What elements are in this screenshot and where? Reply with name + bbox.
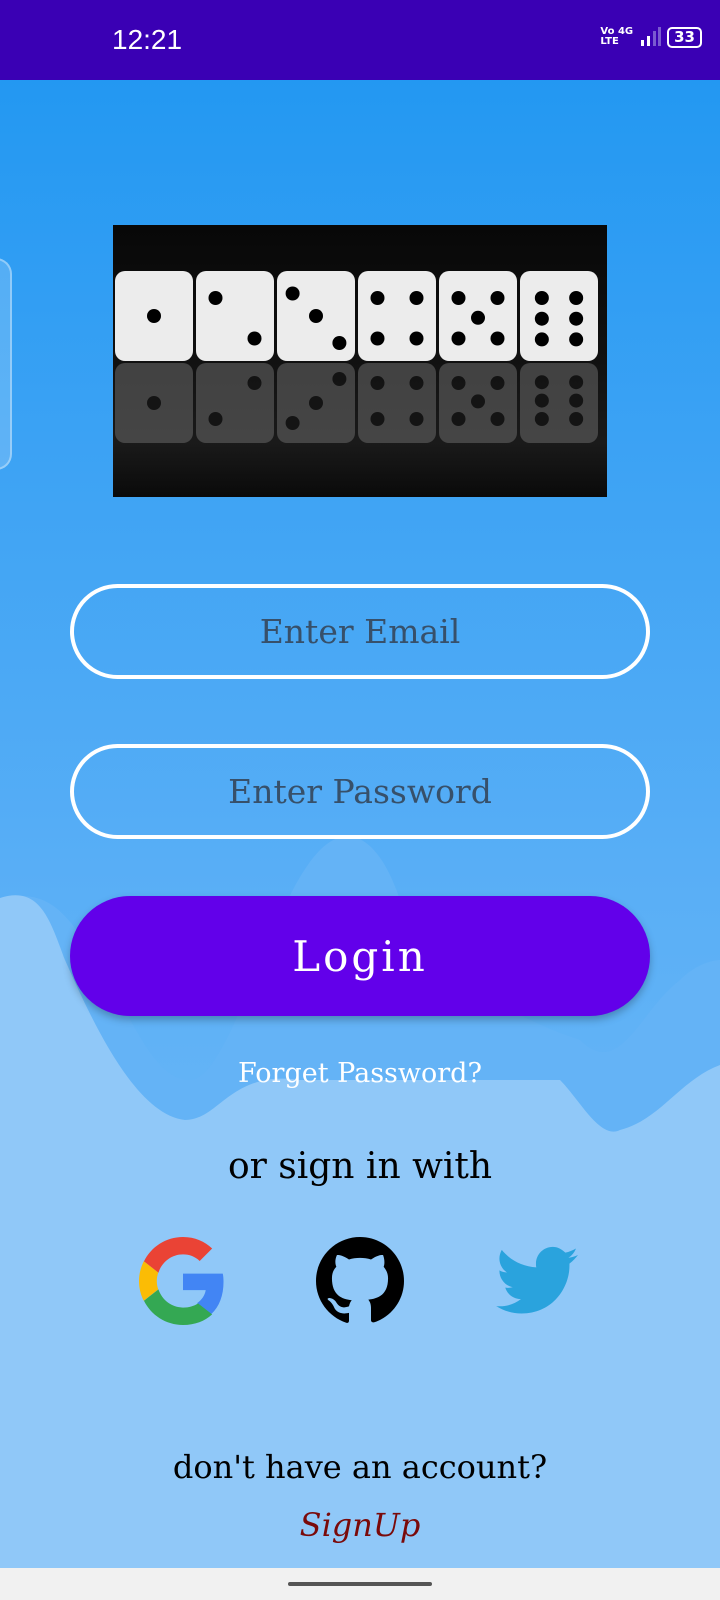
email-input[interactable]: Enter Email: [70, 584, 650, 679]
google-icon: [139, 1237, 224, 1325]
signal-icon: [641, 27, 662, 46]
navigation-bar: [0, 1568, 720, 1600]
side-drawer-handle[interactable]: [0, 258, 12, 470]
google-button[interactable]: [138, 1236, 228, 1326]
battery-icon: 33: [667, 26, 702, 48]
login-button[interactable]: Login: [70, 896, 650, 1016]
signup-link[interactable]: SignUp: [0, 1506, 720, 1544]
home-gesture-handle[interactable]: [288, 1582, 432, 1586]
github-button[interactable]: [315, 1236, 405, 1326]
signup-prompt: don't have an account?: [172, 1448, 548, 1486]
twitter-icon: [496, 1246, 578, 1314]
social-heading: or sign in with: [227, 1146, 493, 1187]
email-placeholder: Enter Email: [259, 612, 461, 651]
status-time: 12:21: [112, 24, 183, 55]
status-icons: Vo 4G LTE 33: [600, 26, 702, 48]
password-input[interactable]: Enter Password: [70, 744, 650, 839]
dice-image: [113, 225, 607, 497]
status-bar: 12:21 Vo 4G LTE 33: [0, 0, 720, 80]
twitter-button[interactable]: [492, 1236, 582, 1326]
github-icon: [316, 1237, 404, 1323]
password-placeholder: Enter Password: [228, 772, 492, 811]
forgot-password-link[interactable]: Forget Password?: [0, 1058, 720, 1089]
network-icon: Vo 4G LTE: [600, 26, 634, 47]
